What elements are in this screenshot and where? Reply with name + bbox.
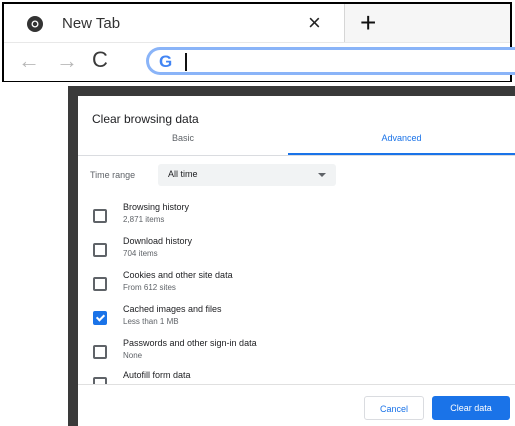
address-bar[interactable]: G <box>146 47 515 75</box>
reload-icon[interactable]: C <box>92 48 108 72</box>
option-cached-images[interactable]: Cached images and files Less than 1 MB <box>78 298 515 332</box>
option-title: Browsing history <box>123 202 190 212</box>
toolbar: ← → C G <box>4 42 515 81</box>
option-subtitle: None <box>123 351 143 360</box>
option-download-history[interactable]: Download history 704 items <box>78 230 515 264</box>
dialog-title: Clear browsing data <box>92 112 199 126</box>
browser-chrome: New Tab × + ← → C G <box>0 0 515 86</box>
text-cursor <box>185 53 187 71</box>
option-title: Autofill form data <box>123 370 191 380</box>
clear-data-button[interactable]: Clear data <box>432 396 510 420</box>
option-cookies[interactable]: Cookies and other site data From 612 sit… <box>78 264 515 298</box>
checkbox[interactable] <box>93 277 107 291</box>
tab-strip: New Tab × + <box>4 4 510 42</box>
option-subtitle: 2,871 items <box>123 215 165 224</box>
divider <box>78 384 515 385</box>
dropdown-arrow-icon <box>318 173 326 177</box>
checkbox[interactable] <box>93 209 107 223</box>
option-title: Cookies and other site data <box>123 270 233 280</box>
tab-advanced[interactable]: Advanced <box>288 133 515 153</box>
option-autofill[interactable]: Autofill form data <box>78 364 515 384</box>
tab-basic[interactable]: Basic <box>78 133 288 153</box>
checkbox[interactable] <box>93 243 107 257</box>
time-range-select[interactable]: All time <box>158 164 336 186</box>
tab-new-tab[interactable]: New Tab × <box>4 4 345 42</box>
checkbox[interactable] <box>93 377 107 384</box>
option-browsing-history[interactable]: Browsing history 2,871 items <box>78 196 515 230</box>
back-icon[interactable]: ← <box>18 49 40 73</box>
clear-browsing-data-dialog: Clear browsing data Basic Advanced Time … <box>78 96 515 426</box>
google-icon: G <box>159 52 173 71</box>
time-range-value: All time <box>168 169 198 179</box>
tab-title: New Tab <box>62 15 121 32</box>
option-passwords[interactable]: Passwords and other sign-in data None <box>78 332 515 366</box>
option-subtitle: Less than 1 MB <box>123 317 179 326</box>
tab-divider <box>78 155 515 156</box>
checkbox-checked[interactable] <box>93 311 107 325</box>
chrome-icon <box>27 16 43 32</box>
tab-close-icon[interactable]: × <box>308 10 321 36</box>
time-range-label: Time range <box>90 170 136 180</box>
forward-icon[interactable]: → <box>56 49 78 73</box>
option-subtitle: From 612 sites <box>123 283 176 292</box>
new-tab-icon[interactable]: + <box>360 8 376 38</box>
cancel-button[interactable]: Cancel <box>364 396 424 420</box>
checkbox[interactable] <box>93 345 107 359</box>
option-title: Cached images and files <box>123 304 222 314</box>
option-title: Download history <box>123 236 193 246</box>
option-title: Passwords and other sign-in data <box>123 338 257 348</box>
option-subtitle: 704 items <box>123 249 158 258</box>
